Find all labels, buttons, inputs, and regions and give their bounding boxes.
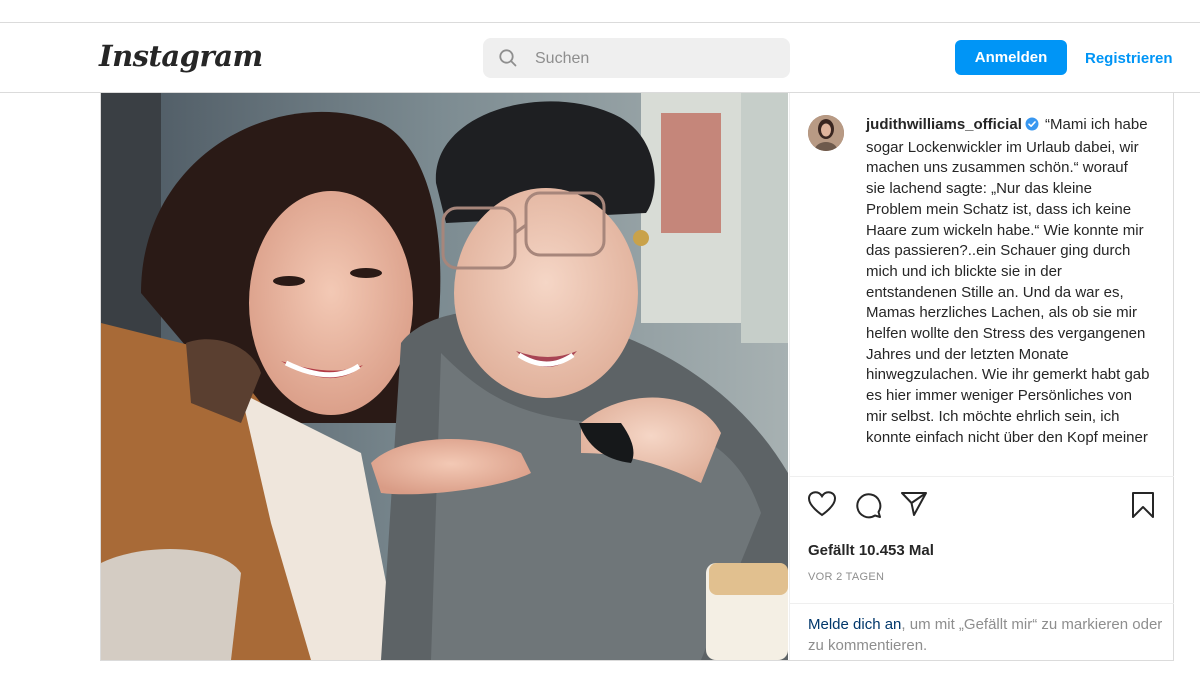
login-prompt: Melde dich an, um mit „Gefällt mir“ zu m…: [790, 603, 1174, 661]
verified-badge-icon: [1025, 117, 1039, 138]
post-username[interactable]: judithwilliams_official: [866, 116, 1022, 133]
caption-scroll-area[interactable]: judithwilliams_official “Mami ich habe s…: [790, 93, 1174, 477]
search-box[interactable]: [483, 38, 790, 80]
login-link[interactable]: Melde dich an: [808, 616, 901, 633]
bookmark-icon[interactable]: [1131, 491, 1155, 524]
register-link[interactable]: Registrieren: [1085, 50, 1173, 67]
post-timestamp[interactable]: VOR 2 TAGEN: [808, 571, 884, 583]
like-count[interactable]: Gefällt 10.453 Mal: [808, 542, 934, 559]
top-navigation-bar: Instagram Anmelden Registrieren: [0, 23, 1200, 93]
login-button[interactable]: Anmelden: [955, 40, 1067, 75]
post-actions: [790, 491, 1174, 523]
search-input[interactable]: [533, 38, 777, 80]
post-sidebar: judithwilliams_official “Mami ich habe s…: [789, 93, 1174, 660]
caption-text: “Mami ich habe sogar Lockenwickler im Ur…: [866, 116, 1150, 446]
post-card: judithwilliams_official “Mami ich habe s…: [100, 93, 1174, 661]
search-icon: [499, 49, 517, 72]
comment-icon[interactable]: [854, 491, 882, 524]
instagram-logo[interactable]: Instagram: [99, 39, 263, 73]
share-icon[interactable]: [900, 491, 928, 522]
heart-icon[interactable]: [807, 491, 837, 522]
post-photo[interactable]: [101, 93, 788, 660]
avatar[interactable]: [808, 115, 844, 151]
post-caption: judithwilliams_official “Mami ich habe s…: [866, 115, 1151, 448]
login-prompt-text: Melde dich an, um mit „Gefällt mir“ zu m…: [808, 614, 1163, 656]
